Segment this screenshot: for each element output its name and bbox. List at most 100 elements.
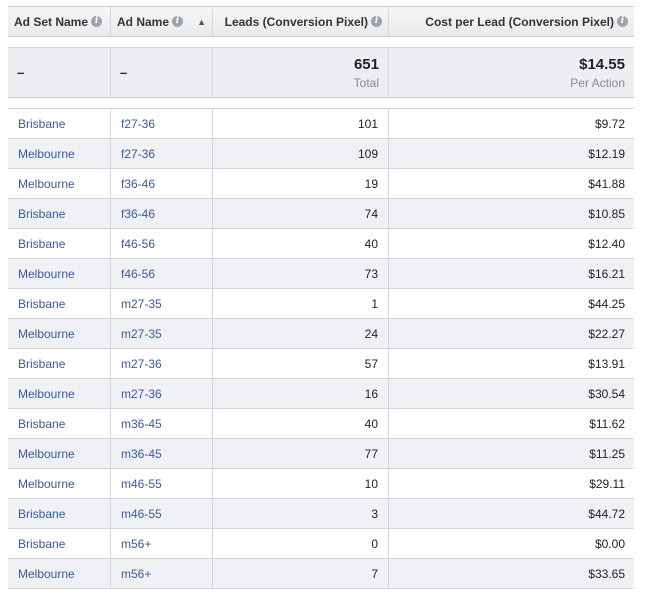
ad-name-link[interactable]: f27-36 <box>121 147 155 161</box>
table-row: Melbourne f46-56 73 $16.21 <box>8 259 634 289</box>
total-leads-value: 651 <box>353 55 379 73</box>
table-cell: f46-56 <box>111 229 213 258</box>
cost-per-lead-value: $13.91 <box>588 356 625 371</box>
table-row: Melbourne m27-36 16 $30.54 <box>8 379 634 409</box>
leads-value: 109 <box>357 146 378 161</box>
table-cell: m27-36 <box>111 379 213 408</box>
table-cell: Brisbane <box>8 499 111 528</box>
ad-set-name-link[interactable]: Melbourne <box>18 447 75 461</box>
leads-value: 16 <box>364 386 378 401</box>
table-body: Brisbane f27-36 101 $9.72 Melbourne f27-36 109… <box>8 109 634 589</box>
table-row: Melbourne m36-45 77 $11.25 <box>8 439 634 469</box>
table-cell: 73 <box>213 259 389 288</box>
table-cell: 109 <box>213 139 389 168</box>
rows-spacer <box>8 98 634 109</box>
ad-name-link[interactable]: m27-35 <box>121 327 162 341</box>
table-cell: $22.27 <box>389 319 634 348</box>
sort-ascending-icon[interactable]: ▲ <box>197 17 206 27</box>
table-cell: Melbourne <box>8 139 111 168</box>
ad-name-link[interactable]: f46-56 <box>121 267 155 281</box>
ad-set-name-link[interactable]: Brisbane <box>18 507 65 521</box>
column-header-ad-name[interactable]: Ad Name i ▲ <box>111 7 213 36</box>
ad-set-name-link[interactable]: Melbourne <box>18 177 75 191</box>
totals-ad-set-name: – <box>8 48 111 97</box>
table-cell: 7 <box>213 559 389 588</box>
ad-set-name-link[interactable]: Melbourne <box>18 327 75 341</box>
ad-set-name-link[interactable]: Melbourne <box>18 477 75 491</box>
cost-per-lead-value: $0.00 <box>594 536 625 551</box>
ad-name-link[interactable]: m56+ <box>121 537 151 551</box>
leads-value: 3 <box>371 506 378 521</box>
ad-name-link[interactable]: m27-36 <box>121 387 162 401</box>
ad-set-name-link[interactable]: Brisbane <box>18 417 65 431</box>
ad-name-link[interactable]: f27-36 <box>121 117 155 131</box>
table-row: Melbourne m27-35 24 $22.27 <box>8 319 634 349</box>
table-cell: Melbourne <box>8 259 111 288</box>
leads-value: 101 <box>357 116 378 131</box>
table-cell: Melbourne <box>8 379 111 408</box>
leads-value: 7 <box>371 566 378 581</box>
leads-value: 24 <box>364 326 378 341</box>
cost-per-lead-value: $11.62 <box>589 416 625 431</box>
ad-set-name-link[interactable]: Brisbane <box>18 207 65 221</box>
table-cell: Melbourne <box>8 469 111 498</box>
ad-set-name-link[interactable]: Melbourne <box>18 147 75 161</box>
table-cell: Brisbane <box>8 109 111 138</box>
table-cell: $11.25 <box>389 439 634 468</box>
cost-per-lead-value: $30.54 <box>588 386 625 401</box>
header-gap <box>8 37 634 47</box>
table-cell: 10 <box>213 469 389 498</box>
ad-name-link[interactable]: m46-55 <box>121 477 162 491</box>
table-row: Brisbane m27-35 1 $44.25 <box>8 289 634 319</box>
info-icon[interactable]: i <box>172 16 184 27</box>
total-leads-caption: Total <box>353 75 379 90</box>
table-cell: m27-35 <box>111 289 213 318</box>
ad-set-name-link[interactable]: Brisbane <box>18 357 65 371</box>
ad-set-name-link[interactable]: Brisbane <box>18 237 65 251</box>
ad-name-link[interactable]: m56+ <box>121 567 151 581</box>
ads-report-table: Ad Set Name i Ad Name i ▲ Leads (Convers… <box>8 6 634 589</box>
info-icon[interactable]: i <box>91 16 103 27</box>
ad-name-link[interactable]: m46-55 <box>121 507 162 521</box>
table-cell: f36-46 <box>111 199 213 228</box>
ad-set-name-link[interactable]: Melbourne <box>18 387 75 401</box>
table-row: Brisbane m46-55 3 $44.72 <box>8 499 634 529</box>
ad-name-link[interactable]: f46-56 <box>121 237 155 251</box>
ad-name-link[interactable]: m36-45 <box>121 447 162 461</box>
ad-name-link[interactable]: m27-36 <box>121 357 162 371</box>
total-cost-caption: Per Action <box>570 75 625 90</box>
info-icon[interactable]: i <box>371 16 382 27</box>
leads-value: 73 <box>364 266 378 281</box>
ad-set-name-link[interactable]: Melbourne <box>18 567 75 581</box>
ad-set-name-link[interactable]: Brisbane <box>18 537 65 551</box>
cost-per-lead-value: $33.65 <box>588 566 625 581</box>
table-cell: f27-36 <box>111 109 213 138</box>
ad-name-link[interactable]: m36-45 <box>121 417 162 431</box>
total-cost-value: $14.55 <box>579 55 625 73</box>
column-header-leads[interactable]: Leads (Conversion Pixel) i <box>213 7 389 36</box>
ad-name-link[interactable]: f36-46 <box>121 207 155 221</box>
ad-set-name-link[interactable]: Brisbane <box>18 117 65 131</box>
table-header: Ad Set Name i Ad Name i ▲ Leads (Convers… <box>8 6 634 37</box>
table-cell: 74 <box>213 199 389 228</box>
ad-set-name-link[interactable]: Melbourne <box>18 267 75 281</box>
ad-set-name-link[interactable]: Brisbane <box>18 297 65 311</box>
leads-value: 74 <box>364 206 378 221</box>
table-cell: 1 <box>213 289 389 318</box>
table-cell: Brisbane <box>8 529 111 558</box>
table-cell: $41.88 <box>389 169 634 198</box>
table-cell: 19 <box>213 169 389 198</box>
info-icon[interactable]: i <box>617 16 628 27</box>
table-cell: Brisbane <box>8 229 111 258</box>
table-cell: 0 <box>213 529 389 558</box>
ad-name-link[interactable]: m27-35 <box>121 297 162 311</box>
table-cell: f27-36 <box>111 139 213 168</box>
leads-value: 77 <box>364 446 378 461</box>
table-row: Melbourne f36-46 19 $41.88 <box>8 169 634 199</box>
column-header-ad-set-name[interactable]: Ad Set Name i <box>8 7 111 36</box>
column-header-cost-per-lead[interactable]: Cost per Lead (Conversion Pixel) i <box>389 7 634 36</box>
ad-name-link[interactable]: f36-46 <box>121 177 155 191</box>
table-cell: Melbourne <box>8 439 111 468</box>
table-row: Melbourne f27-36 109 $12.19 <box>8 139 634 169</box>
table-row: Brisbane m36-45 40 $11.62 <box>8 409 634 439</box>
